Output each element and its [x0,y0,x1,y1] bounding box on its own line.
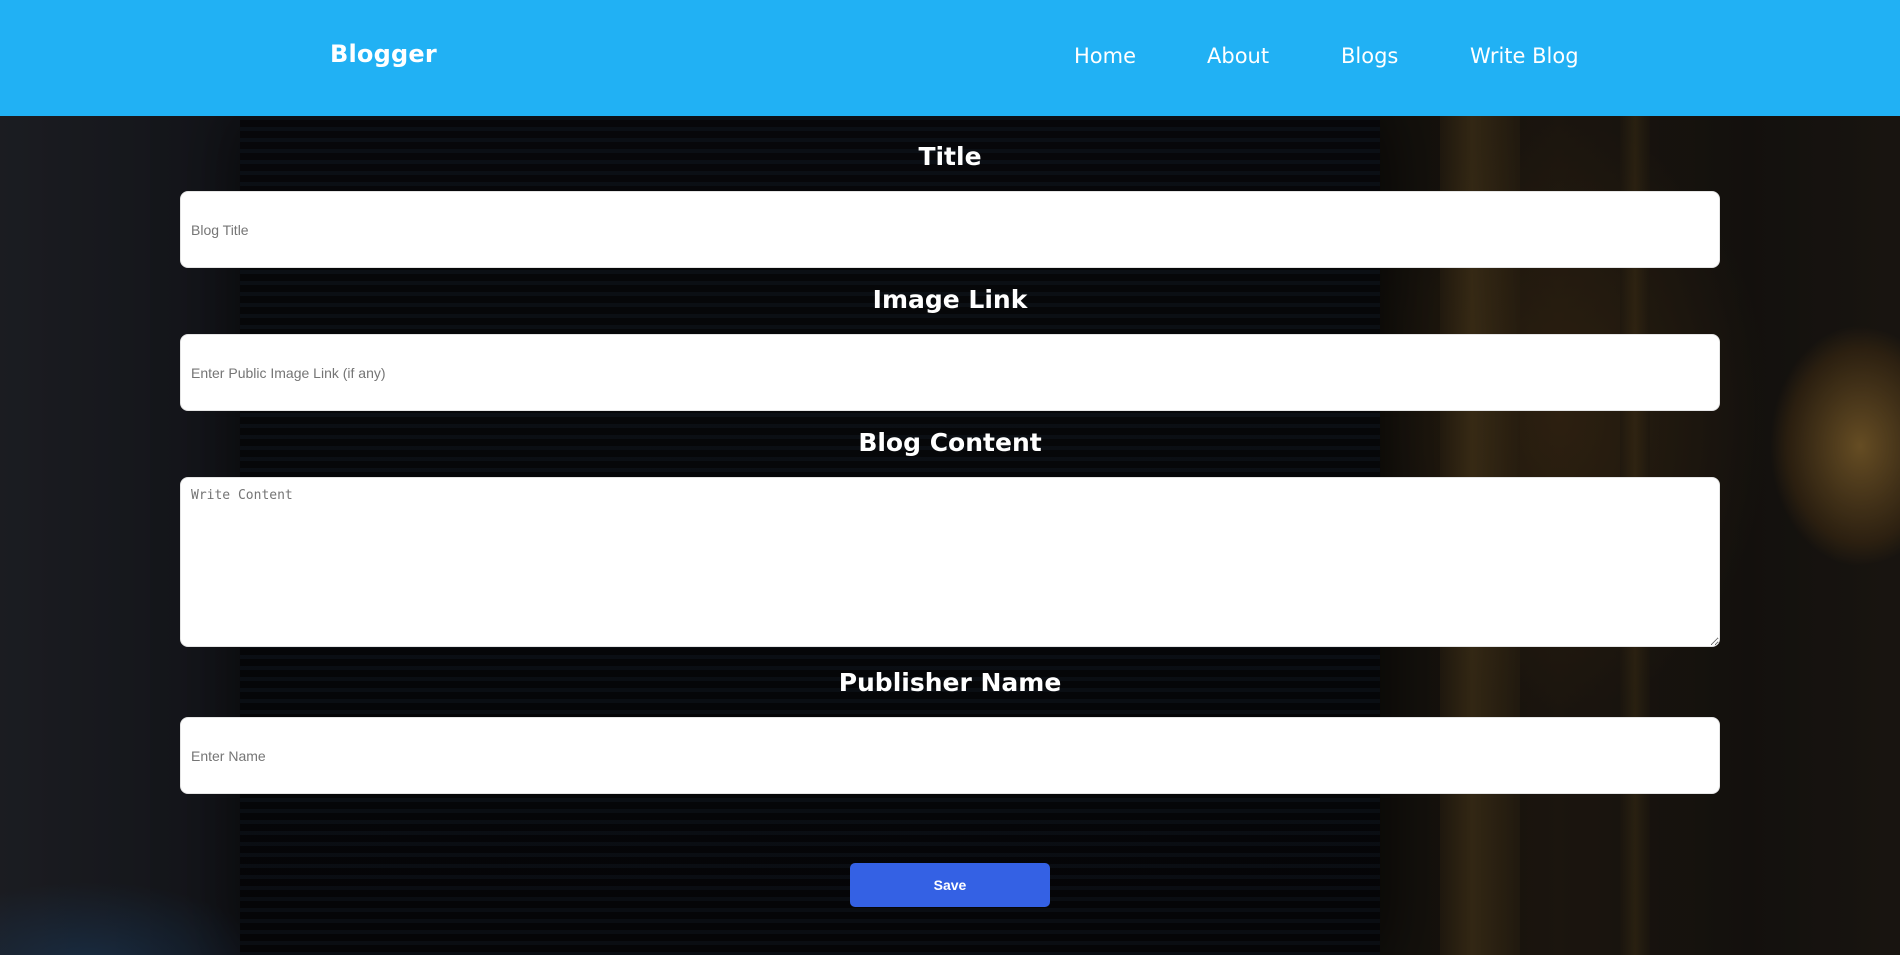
nav-home[interactable]: Home [1074,44,1136,68]
brand-logo[interactable]: Blogger [330,40,437,68]
publisher-name-label: Publisher Name [838,668,1062,697]
title-label: Title [918,142,982,171]
nav-about[interactable]: About [1207,44,1269,68]
blog-title-input[interactable] [180,191,1720,268]
image-link-label: Image Link [872,285,1028,314]
nav-blogs[interactable]: Blogs [1341,44,1398,68]
save-button[interactable]: Save [850,863,1050,907]
publisher-name-input[interactable] [180,717,1720,794]
navbar: Blogger Home About Blogs Write Blog [0,0,1900,116]
image-link-input[interactable] [180,334,1720,411]
blog-content-label: Blog Content [858,428,1042,457]
nav-write-blog[interactable]: Write Blog [1470,44,1579,68]
blog-content-textarea[interactable] [180,477,1720,647]
